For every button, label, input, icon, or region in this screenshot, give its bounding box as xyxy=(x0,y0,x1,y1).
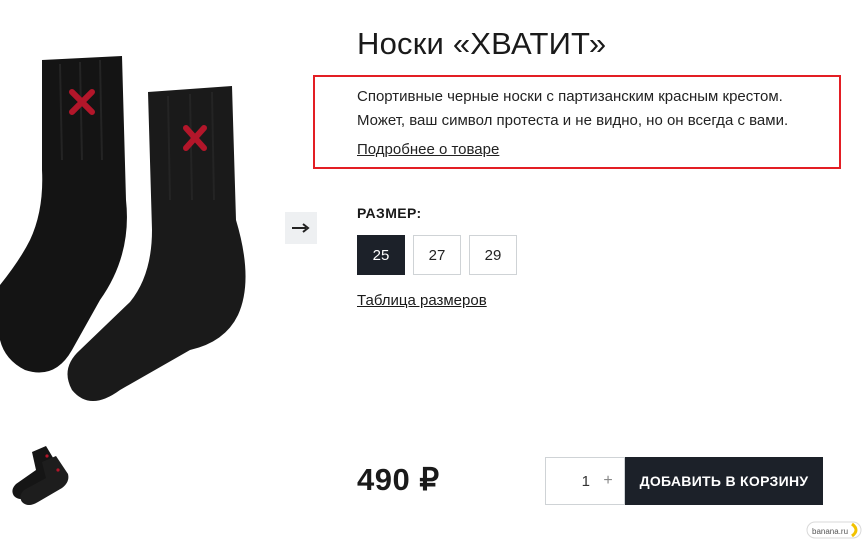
more-info-link[interactable]: Подробнее о товаре xyxy=(357,141,499,158)
product-photo xyxy=(0,56,246,401)
description-line: Спортивные черные носки с партизанским к… xyxy=(357,88,783,105)
price: 490 ₽ xyxy=(357,462,440,497)
watermark-logo: banana.ru xyxy=(806,521,862,539)
size-label: РАЗМЕР: xyxy=(357,205,422,221)
size-options: 25 27 29 xyxy=(357,235,517,275)
description-line: Может, ваш символ протеста и не видно, н… xyxy=(357,112,789,129)
product-description: Спортивные черные носки с партизанским к… xyxy=(357,85,788,133)
size-option-27[interactable]: 27 xyxy=(413,235,461,275)
quantity-plus-button[interactable]: + xyxy=(596,472,620,490)
quantity-stepper[interactable]: 1 + xyxy=(545,457,625,505)
size-table-link[interactable]: Таблица размеров xyxy=(357,292,487,309)
quantity-input[interactable]: 1 xyxy=(546,473,596,490)
add-to-cart-button[interactable]: ДОБАВИТЬ В КОРЗИНУ xyxy=(625,457,823,505)
product-gallery xyxy=(0,0,330,549)
product-title: Носки «ХВАТИТ» xyxy=(357,26,607,61)
svg-text:banana.ru: banana.ru xyxy=(812,527,848,536)
arrow-right-icon xyxy=(292,223,310,233)
size-option-29[interactable]: 29 xyxy=(469,235,517,275)
next-image-button[interactable] xyxy=(285,212,317,244)
size-option-25[interactable]: 25 xyxy=(357,235,405,275)
product-thumbnail[interactable] xyxy=(2,440,74,508)
